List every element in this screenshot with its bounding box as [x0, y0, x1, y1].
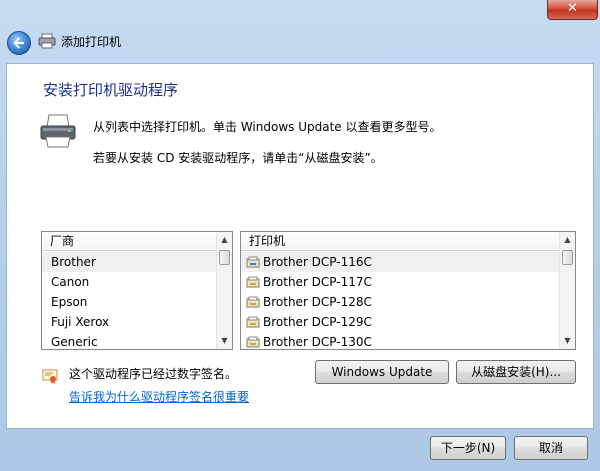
list-item[interactable]: Brother: [42, 252, 216, 272]
scroll-up-arrow-icon[interactable]: ▲: [217, 232, 232, 248]
close-button[interactable]: ✕: [547, 0, 598, 20]
list-item[interactable]: Brother DCP-116C: [241, 252, 559, 272]
printer-list[interactable]: 打印机 Brother DCP-116C Brother DCP-117C Br…: [240, 231, 576, 350]
scroll-thumb[interactable]: [562, 250, 573, 265]
back-button[interactable]: [7, 31, 31, 55]
list-item[interactable]: Epson: [42, 292, 216, 312]
list-item[interactable]: Generic: [42, 332, 216, 349]
scroll-thumb[interactable]: [219, 250, 230, 265]
scroll-down-arrow-icon[interactable]: ▼: [217, 333, 232, 349]
printer-model-label: Brother DCP-129C: [263, 315, 372, 329]
printer-model-label: Brother DCP-128C: [263, 295, 372, 309]
cd-instruction-text: 若要从安装 CD 安装驱动程序，请单击“从磁盘安装”。: [93, 151, 383, 165]
printer-icon: [38, 33, 56, 49]
add-printer-window: ✕ 添加打印机 安装打印机驱动程序 从列表中选择打印机。单击 Windows U…: [0, 0, 600, 471]
cancel-button[interactable]: 取消: [514, 436, 588, 460]
printer-driver-icon: [246, 296, 260, 307]
list-item[interactable]: Brother DCP-130C: [241, 332, 559, 349]
signature-status-text: 这个驱动程序已经过数字签名。: [69, 367, 238, 381]
list-item[interactable]: Fuji Xerox: [42, 312, 216, 332]
page-heading: 安装打印机驱动程序: [43, 81, 179, 99]
list-item[interactable]: Brother DCP-128C: [241, 292, 559, 312]
printer-driver-icon: [246, 336, 260, 347]
printer-driver-icon: [246, 256, 260, 267]
printer-model-label: Brother DCP-130C: [263, 335, 372, 349]
printer-model-label: Brother DCP-117C: [263, 275, 372, 289]
wizard-content: 安装打印机驱动程序 从列表中选择打印机。单击 Windows Update 以查…: [6, 63, 594, 429]
printer-driver-icon: [246, 276, 260, 287]
manufacturer-column-header[interactable]: 厂商: [42, 232, 216, 251]
next-button[interactable]: 下一步(N): [430, 436, 506, 460]
manufacturer-scrollbar[interactable]: ▲ ▼: [216, 232, 232, 349]
manufacturer-list[interactable]: 厂商 Brother Canon Epson Fuji Xerox Generi…: [41, 231, 233, 350]
window-title: 添加打印机: [61, 35, 122, 49]
printer-column-header[interactable]: 打印机: [241, 232, 559, 251]
instruction-text: 从列表中选择打印机。单击 Windows Update 以查看更多型号。: [93, 120, 442, 134]
signature-info-link[interactable]: 告诉我为什么驱动程序签名很重要: [69, 390, 249, 404]
have-disk-button[interactable]: 从磁盘安装(H)...: [456, 360, 576, 384]
certificate-icon: [42, 369, 58, 384]
back-arrow-icon: [13, 37, 24, 49]
scroll-up-arrow-icon[interactable]: ▲: [560, 232, 575, 248]
printer-driver-icon: [246, 316, 260, 327]
printer-icon: [40, 114, 76, 148]
printer-scrollbar[interactable]: ▲ ▼: [559, 232, 575, 349]
scroll-down-arrow-icon[interactable]: ▼: [560, 333, 575, 349]
list-item[interactable]: Brother DCP-129C: [241, 312, 559, 332]
list-item[interactable]: Brother DCP-117C: [241, 272, 559, 292]
printer-model-label: Brother DCP-116C: [263, 255, 372, 269]
windows-update-button[interactable]: Windows Update: [315, 360, 449, 384]
list-item[interactable]: Canon: [42, 272, 216, 292]
